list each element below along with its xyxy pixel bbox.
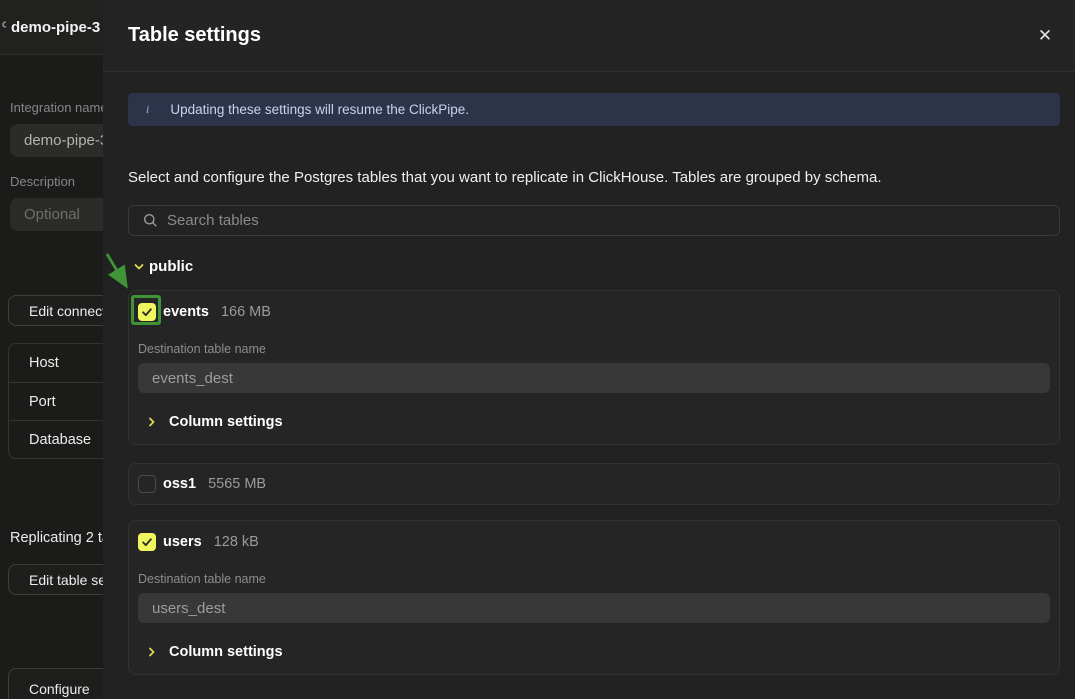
table-name: users [163,534,202,550]
table-row: users 128 kB [138,531,1050,553]
users-column-settings-toggle[interactable]: Column settings [138,643,1050,660]
schema-name: public [149,258,193,275]
chevron-right-icon [146,416,158,428]
table-name: events [163,304,209,320]
chevron-right-icon [146,646,158,658]
oss1-checkbox[interactable] [138,475,156,493]
table-size: 5565 MB [208,476,266,492]
schema-group-public[interactable]: public [128,258,1060,275]
integration-name-label: Integration name [10,100,108,115]
search-icon [143,213,158,228]
modal-body: i Updating these settings will resume th… [103,72,1075,675]
table-settings-modal: Table settings ✕ i Updating these settin… [103,0,1075,699]
intro-text: Select and configure the Postgres tables… [128,169,1060,186]
destination-table-label: Destination table name [138,572,1050,586]
page-title: demo-pipe-3 [11,19,100,36]
table-size: 128 kB [214,534,259,550]
events-column-settings-toggle[interactable]: Column settings [138,413,1050,430]
modal-header: Table settings ✕ [103,0,1075,72]
table-name: oss1 [163,476,196,492]
modal-title: Table settings [128,24,261,47]
table-row: events 166 MB [138,301,1050,323]
info-banner: i Updating these settings will resume th… [128,93,1060,126]
search-input[interactable] [167,212,1059,229]
column-settings-label: Column settings [169,644,283,660]
description-label: Description [10,174,75,189]
info-banner-text: Updating these settings will resume the … [170,102,469,117]
table-card-oss1: oss1 5565 MB [128,463,1060,505]
table-row: oss1 5565 MB [138,473,1050,495]
chevron-down-icon [133,261,145,273]
users-destination-input[interactable] [138,593,1050,623]
events-checkbox[interactable] [138,303,156,321]
users-checkbox[interactable] [138,533,156,551]
destination-table-label: Destination table name [138,342,1050,356]
events-destination-input[interactable] [138,363,1050,393]
info-icon: i [146,102,149,117]
column-settings-label: Column settings [169,414,283,430]
search-box[interactable] [128,205,1060,236]
pipe-icon [0,20,6,34]
table-card-users: users 128 kB Destination table name Colu… [128,520,1060,675]
close-icon[interactable]: ✕ [1033,24,1057,48]
table-size: 166 MB [221,304,271,320]
table-card-events: events 166 MB Destination table name Col… [128,290,1060,445]
